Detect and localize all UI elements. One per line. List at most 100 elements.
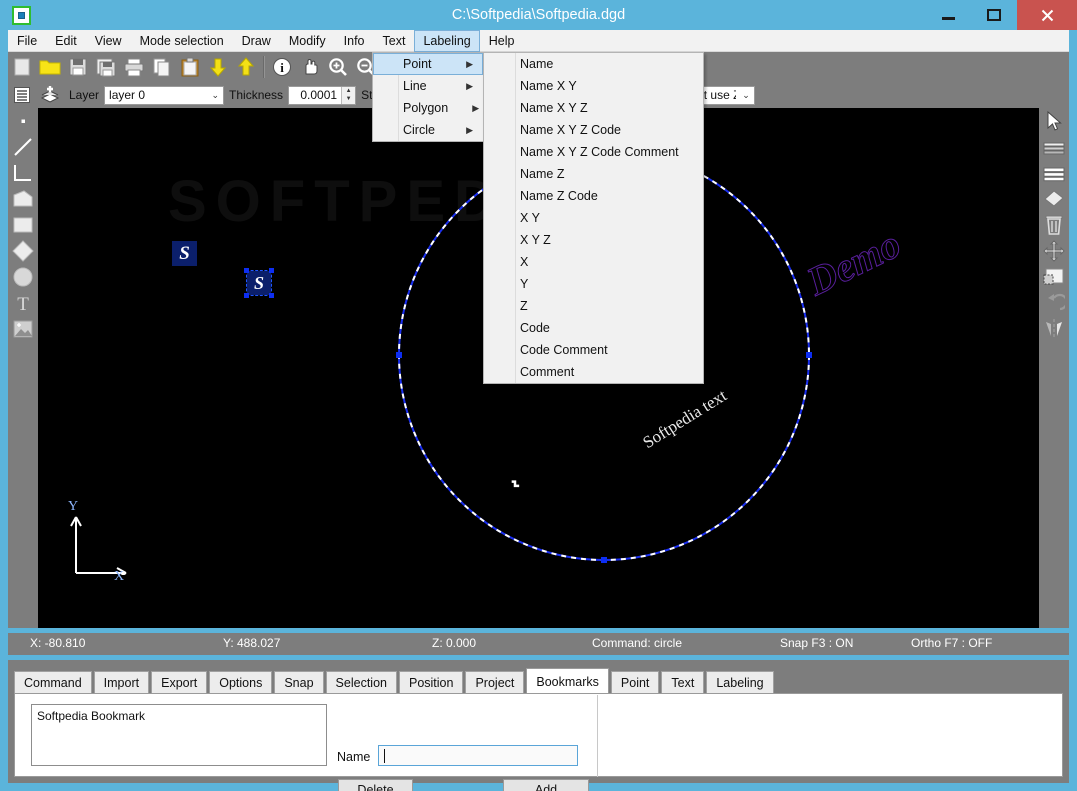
submenu-item-code-comment[interactable]: Code Comment	[484, 339, 703, 361]
select-arrow-button[interactable]	[1039, 108, 1069, 134]
submenu-item-code[interactable]: Code	[484, 317, 703, 339]
tab-selection[interactable]: Selection	[325, 671, 397, 695]
handle-tl[interactable]	[244, 268, 249, 273]
import-button[interactable]	[205, 54, 231, 80]
rectangle-tool-button[interactable]	[8, 212, 38, 238]
menu-info[interactable]: Info	[335, 30, 374, 52]
add-layer-button[interactable]	[37, 82, 63, 108]
submenu-item-name-x-y-z-code[interactable]: Name X Y Z Code	[484, 119, 703, 141]
undo-button[interactable]	[1039, 290, 1069, 316]
image-tool-button[interactable]	[8, 316, 38, 342]
open-folder-button[interactable]	[37, 54, 63, 80]
paste-button[interactable]	[177, 54, 203, 80]
submenu-item-name-z[interactable]: Name Z	[484, 163, 703, 185]
menu-labeling[interactable]: Labeling	[414, 29, 480, 52]
submenu-item-x[interactable]: X	[484, 251, 703, 273]
submenu-arrow-icon: ▶	[466, 125, 473, 135]
menu-view[interactable]: View	[86, 30, 131, 52]
handle-tr[interactable]	[269, 268, 274, 273]
tab-options[interactable]: Options	[209, 671, 273, 695]
point-submenu[interactable]: Name Name X Y Name X Y Z Name X Y Z Code…	[483, 52, 704, 384]
tab-project[interactable]: Project	[465, 671, 525, 695]
submenu-item-y[interactable]: Y	[484, 273, 703, 295]
eraser-icon	[1044, 190, 1064, 207]
bookmarks-list[interactable]: Softpedia Bookmark	[31, 704, 327, 766]
thickness-stepper[interactable]: 0.0001 ▲ ▼	[288, 85, 357, 105]
layer-combo[interactable]: layer 0 ⌄	[104, 85, 225, 105]
menu-text[interactable]: Text	[374, 30, 415, 52]
info-button[interactable]: i	[269, 54, 295, 80]
submenu-item-name-x-y-z[interactable]: Name X Y Z	[484, 97, 703, 119]
bookmark-name-input[interactable]	[378, 745, 578, 766]
tab-command[interactable]: Command	[14, 671, 92, 695]
menu-mode-selection[interactable]: Mode selection	[131, 30, 233, 52]
list-icon	[14, 87, 30, 103]
submenu-item-name-x-y[interactable]: Name X Y	[484, 75, 703, 97]
status-snap[interactable]: Snap F3 : ON	[780, 636, 853, 650]
delete-bookmark-button[interactable]: Delete	[338, 779, 413, 791]
logo-image-2-selected[interactable]: S	[244, 268, 274, 298]
close-button[interactable]	[1017, 0, 1077, 30]
minimize-button[interactable]	[925, 0, 971, 30]
delete-button[interactable]	[1039, 212, 1069, 238]
layers-stack-button[interactable]	[1039, 134, 1069, 160]
export-button[interactable]	[233, 54, 259, 80]
circle-tool-button[interactable]	[8, 264, 38, 290]
add-bookmark-button[interactable]: Add	[503, 779, 589, 791]
menu-item-line[interactable]: Line ▶	[373, 75, 483, 97]
move-button[interactable]	[1039, 238, 1069, 264]
tab-labeling[interactable]: Labeling	[706, 671, 774, 695]
tab-import[interactable]: Import	[93, 671, 150, 695]
tab-bookmarks[interactable]: Bookmarks	[526, 668, 609, 695]
polygon-tool-button[interactable]	[8, 186, 38, 212]
print-button[interactable]	[121, 54, 147, 80]
layer-list-button[interactable]	[9, 82, 35, 108]
export-up-icon	[237, 57, 255, 76]
zoom-in-button[interactable]	[325, 54, 351, 80]
tab-position[interactable]: Position	[398, 671, 464, 695]
new-file-button[interactable]	[9, 54, 35, 80]
submenu-item-x-y[interactable]: X Y	[484, 207, 703, 229]
thickness-label: Thickness	[229, 88, 284, 102]
submenu-item-name-z-code[interactable]: Name Z Code	[484, 185, 703, 207]
menu-modify[interactable]: Modify	[280, 30, 335, 52]
submenu-item-comment[interactable]: Comment	[484, 361, 703, 383]
tab-point[interactable]: Point	[610, 671, 660, 695]
menu-help[interactable]: Help	[480, 30, 524, 52]
mirror-button[interactable]	[1039, 316, 1069, 342]
save-button[interactable]	[65, 54, 91, 80]
submenu-item-z[interactable]: Z	[484, 295, 703, 317]
tab-export[interactable]: Export	[151, 671, 208, 695]
menu-item-polygon[interactable]: Polygon ▶	[373, 97, 483, 119]
save-as-button[interactable]	[93, 54, 119, 80]
line-tool-button[interactable]	[8, 134, 38, 160]
menu-draw[interactable]: Draw	[233, 30, 280, 52]
copy-button[interactable]	[149, 54, 175, 80]
menu-item-point[interactable]: Point ▶	[373, 53, 483, 75]
point-tool-button[interactable]	[8, 108, 38, 134]
layers-white-button[interactable]	[1039, 160, 1069, 186]
submenu-item-x-y-z[interactable]: X Y Z	[484, 229, 703, 251]
handle-bl[interactable]	[244, 293, 249, 298]
select-region-button[interactable]	[1039, 264, 1069, 290]
menu-edit[interactable]: Edit	[46, 30, 86, 52]
pan-button[interactable]	[297, 54, 323, 80]
labeling-dropdown-menu[interactable]: Point ▶ Line ▶ Polygon ▶ Circle ▶	[372, 52, 484, 142]
maximize-button[interactable]	[971, 0, 1017, 30]
menu-item-circle[interactable]: Circle ▶	[373, 119, 483, 141]
submenu-item-name[interactable]: Name	[484, 53, 703, 75]
handle-br[interactable]	[269, 293, 274, 298]
polyline-tool-button[interactable]	[8, 160, 38, 186]
minimize-icon	[941, 17, 955, 20]
thickness-spin-buttons[interactable]: ▲ ▼	[341, 86, 356, 104]
menu-file[interactable]: File	[8, 30, 46, 52]
tab-snap[interactable]: Snap	[274, 671, 324, 695]
text-tool-button[interactable]: T	[8, 290, 38, 316]
status-ortho[interactable]: Ortho F7 : OFF	[911, 636, 992, 650]
list-item[interactable]: Softpedia Bookmark	[37, 709, 321, 723]
tab-text[interactable]: Text	[661, 671, 705, 695]
logo-image-1[interactable]: S	[172, 241, 197, 266]
eraser-button[interactable]	[1039, 186, 1069, 212]
submenu-item-name-x-y-z-code-comment[interactable]: Name X Y Z Code Comment	[484, 141, 703, 163]
diamond-tool-button[interactable]	[8, 238, 38, 264]
